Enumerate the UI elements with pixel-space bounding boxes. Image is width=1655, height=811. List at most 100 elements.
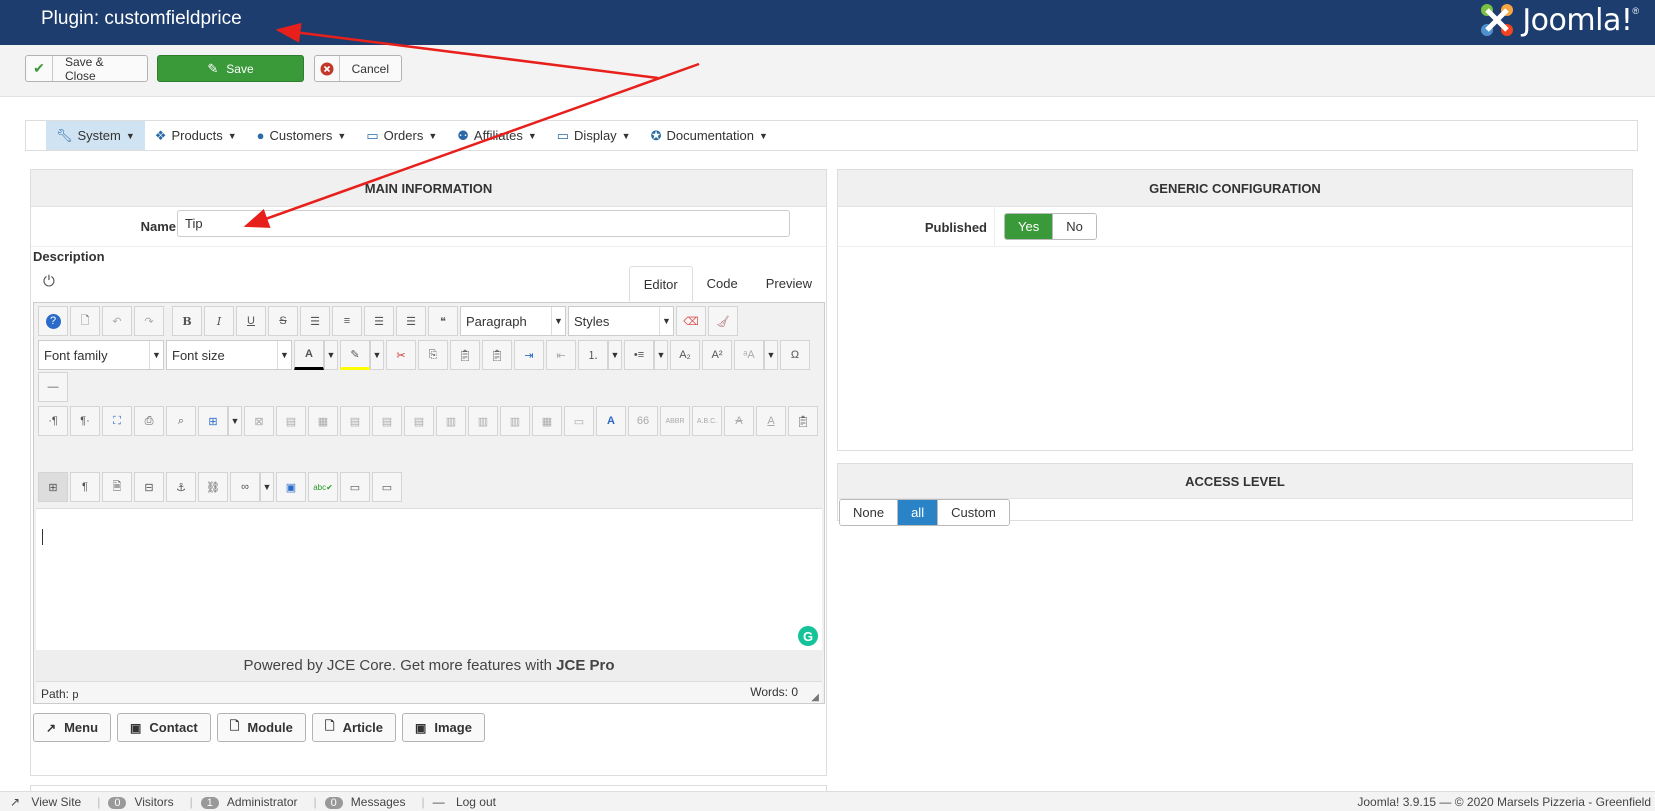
horizontal-rule-icon[interactable]: — bbox=[38, 372, 68, 402]
editor-content-area[interactable]: G bbox=[36, 508, 822, 650]
administrator-link[interactable]: 1 Administrator bbox=[200, 795, 306, 809]
align-left-icon[interactable]: ☰ bbox=[364, 306, 394, 336]
insert-module-button[interactable]: 🗋︎ Module bbox=[216, 713, 306, 742]
menu-products[interactable]: ❖ Products ▼ bbox=[145, 121, 247, 150]
caret-down-icon[interactable]: ▼ bbox=[370, 340, 384, 370]
published-yes-button[interactable]: Yes bbox=[1005, 214, 1054, 239]
numbered-list-icon[interactable]: ⒈ bbox=[578, 340, 608, 370]
menu-documentation[interactable]: ✪ Documentation ▼ bbox=[641, 121, 778, 150]
strikethrough-icon[interactable]: S bbox=[268, 306, 298, 336]
link-icon[interactable]: ∞ bbox=[230, 472, 260, 502]
print-icon[interactable]: ⎙ bbox=[134, 406, 164, 436]
row-before-icon[interactable]: ▤ bbox=[340, 406, 370, 436]
cancel-button[interactable]: Cancel bbox=[314, 55, 402, 82]
caret-down-icon[interactable]: ▼ bbox=[324, 340, 338, 370]
insert-menu-button[interactable]: ↗ Menu bbox=[33, 713, 112, 742]
delete-table-icon[interactable]: ⊠ bbox=[244, 406, 274, 436]
paragraph-select[interactable]: Paragraph ▼ bbox=[460, 306, 566, 336]
access-none-button[interactable]: None bbox=[840, 500, 899, 525]
visual-aid-icon[interactable]: ⊞ bbox=[38, 472, 68, 502]
new-document-icon[interactable]: 🗋︎ bbox=[70, 306, 100, 336]
menu-display[interactable]: ▭ Display ▼ bbox=[547, 121, 641, 150]
published-no-button[interactable]: No bbox=[1053, 214, 1096, 239]
search-icon[interactable]: ⌕ bbox=[166, 406, 196, 436]
rtl-icon[interactable]: ¶· bbox=[70, 406, 100, 436]
paste-text-icon[interactable]: 📋︎ bbox=[482, 340, 512, 370]
col-before-icon[interactable]: ▥ bbox=[436, 406, 466, 436]
anchor-icon[interactable]: ⚓︎ bbox=[166, 472, 196, 502]
cleanup-broom-icon[interactable]: 🧹︎ bbox=[708, 306, 738, 336]
unlink-icon[interactable]: ⛓ bbox=[198, 472, 228, 502]
outdent-icon[interactable]: ⇤ bbox=[546, 340, 576, 370]
table-cell-props-icon[interactable]: ▦ bbox=[308, 406, 338, 436]
insert-text-icon[interactable]: A bbox=[756, 406, 786, 436]
cut-icon[interactable]: ✂ bbox=[386, 340, 416, 370]
help-icon[interactable]: ? bbox=[38, 306, 68, 336]
highlight-color-icon[interactable]: ✎ bbox=[340, 340, 370, 370]
template-icon[interactable]: 📋︎ bbox=[788, 406, 818, 436]
bullet-list-icon[interactable]: •≡ bbox=[624, 340, 654, 370]
save-close-button[interactable]: ✔ Save & Close bbox=[25, 55, 148, 83]
acronym-icon[interactable]: A.B.C. bbox=[692, 406, 722, 436]
caret-down-icon[interactable]: ▼ bbox=[608, 340, 622, 370]
grammarly-icon[interactable]: G bbox=[798, 626, 818, 646]
underline-icon[interactable]: U bbox=[236, 306, 266, 336]
merge-cells-icon[interactable]: ▭ bbox=[564, 406, 594, 436]
menu-customers[interactable]: ● Customers ▼ bbox=[247, 121, 357, 150]
insert-contact-button[interactable]: ▣ Contact bbox=[117, 713, 211, 742]
align-right-icon[interactable]: ☰ bbox=[396, 306, 426, 336]
align-full-icon[interactable]: ☰ bbox=[300, 306, 330, 336]
show-blocks-icon[interactable]: ¶ bbox=[70, 472, 100, 502]
eraser-icon[interactable]: ⌫ bbox=[676, 306, 706, 336]
styles-select[interactable]: Styles ▼ bbox=[568, 306, 674, 336]
indent-icon[interactable]: ⇥ bbox=[514, 340, 544, 370]
character-map-icon[interactable]: ᵃA bbox=[734, 340, 764, 370]
jce-pro-link[interactable]: JCE Pro bbox=[556, 657, 614, 674]
power-toggle-icon[interactable]: ⏻ bbox=[43, 273, 55, 290]
copy-icon[interactable]: ⎘ bbox=[418, 340, 448, 370]
subscript-icon[interactable]: A₂ bbox=[670, 340, 700, 370]
table-row-props-icon[interactable]: ▤ bbox=[276, 406, 306, 436]
image-icon[interactable]: ▣ bbox=[276, 472, 306, 502]
caret-down-icon[interactable]: ▼ bbox=[228, 406, 242, 436]
tab-editor[interactable]: Editor bbox=[628, 266, 693, 302]
visitors-link[interactable]: 0 Visitors bbox=[108, 795, 181, 809]
save-button[interactable]: ✎ Save bbox=[157, 55, 304, 82]
article-break-icon[interactable]: ▭ bbox=[340, 472, 370, 502]
file-browser-icon[interactable]: 🗎︎ bbox=[102, 472, 132, 502]
delete-text-icon[interactable]: A bbox=[724, 406, 754, 436]
view-site-link[interactable]: ↗ View Site bbox=[10, 795, 89, 809]
messages-link[interactable]: 0 Messages bbox=[324, 795, 414, 809]
bold-icon[interactable]: B bbox=[172, 306, 202, 336]
blockquote-icon[interactable]: ❝ bbox=[428, 306, 458, 336]
caret-down-icon[interactable]: ▼ bbox=[764, 340, 778, 370]
redo-icon[interactable]: ↷ bbox=[134, 306, 164, 336]
menu-orders[interactable]: ▭ Orders ▼ bbox=[356, 121, 447, 150]
row-after-icon[interactable]: ▤ bbox=[372, 406, 402, 436]
spellcheck-icon[interactable]: abc✔ bbox=[308, 472, 338, 502]
tab-preview[interactable]: Preview bbox=[752, 266, 826, 302]
delete-row-icon[interactable]: ▤ bbox=[404, 406, 434, 436]
omega-icon[interactable]: Ω bbox=[780, 340, 810, 370]
col-after-icon[interactable]: ▥ bbox=[468, 406, 498, 436]
page-break-icon[interactable]: ⊟ bbox=[134, 472, 164, 502]
table-icon[interactable]: ⊞ bbox=[198, 406, 228, 436]
name-input[interactable] bbox=[177, 210, 790, 237]
cite-icon[interactable]: 66 bbox=[628, 406, 658, 436]
logout-link[interactable]: — Log out bbox=[433, 795, 504, 809]
fullscreen-icon[interactable]: ⛶ bbox=[102, 406, 132, 436]
abbr-icon[interactable]: ABBR bbox=[660, 406, 690, 436]
undo-icon[interactable]: ↶ bbox=[102, 306, 132, 336]
resize-handle-icon[interactable]: ◢ bbox=[811, 692, 819, 703]
caret-down-icon[interactable]: ▼ bbox=[654, 340, 668, 370]
italic-icon[interactable]: I bbox=[204, 306, 234, 336]
tab-code[interactable]: Code bbox=[693, 266, 752, 302]
caret-down-icon[interactable]: ▼ bbox=[260, 472, 274, 502]
paste-icon[interactable]: 📋︎ bbox=[450, 340, 480, 370]
insert-image-button[interactable]: ▣ Image bbox=[402, 713, 485, 742]
font-size-select[interactable]: Font size ▼ bbox=[166, 340, 292, 370]
readmore-icon[interactable]: ▭ bbox=[372, 472, 402, 502]
delete-col-icon[interactable]: ▥ bbox=[500, 406, 530, 436]
style-props-icon[interactable]: A bbox=[596, 406, 626, 436]
ltr-icon[interactable]: ·¶ bbox=[38, 406, 68, 436]
